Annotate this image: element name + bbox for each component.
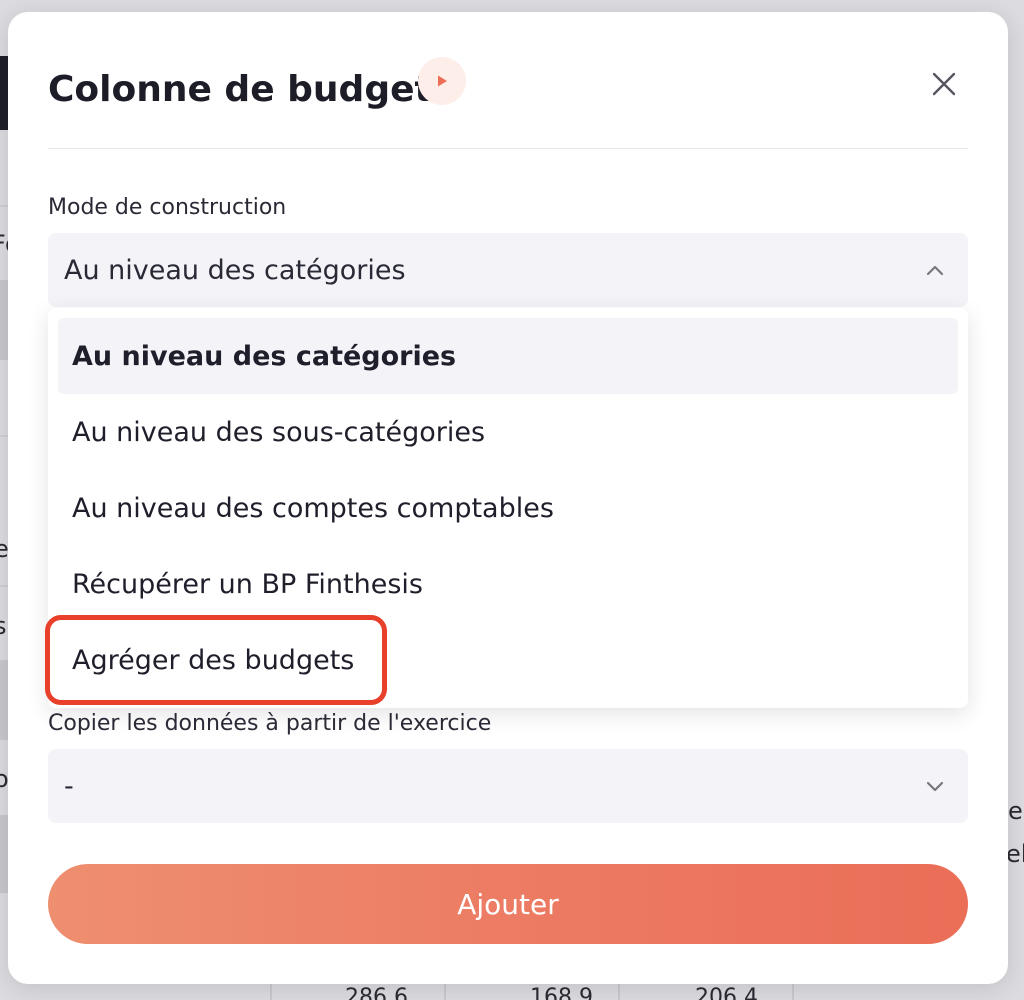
option-aggregate-budgets[interactable]: Agréger des budgets	[58, 622, 958, 698]
background-header-block	[0, 56, 8, 130]
add-button[interactable]: Ajouter	[48, 864, 968, 944]
background-text: el	[1006, 840, 1024, 868]
option-label: Au niveau des catégories	[72, 340, 457, 372]
option-label: Récupérer un BP Finthesis	[72, 568, 423, 600]
copy-fiscal-year-select[interactable]: -	[48, 749, 968, 823]
background-text: e	[1008, 797, 1023, 825]
option-label: Au niveau des sous-catégories	[72, 416, 486, 448]
option-subcategories[interactable]: Au niveau des sous-catégories	[58, 394, 958, 470]
construction-mode-dropdown: Au niveau des catégories Au niveau des s…	[48, 308, 968, 708]
table-cell-value: 206,4	[695, 985, 758, 1000]
option-label: Agréger des budgets	[72, 644, 355, 676]
copy-fiscal-year-value: -	[64, 770, 74, 802]
background-text: s	[0, 612, 7, 640]
table-cell-value: 168,9	[530, 985, 593, 1000]
background-divider	[270, 984, 272, 1000]
background-divider	[444, 984, 446, 1000]
option-categories[interactable]: Au niveau des catégories	[58, 318, 958, 394]
background-divider	[618, 984, 620, 1000]
play-icon	[438, 75, 447, 87]
header-divider	[48, 148, 968, 149]
chevron-down-icon	[924, 775, 946, 797]
close-icon	[932, 72, 956, 96]
construction-mode-value: Au niveau des catégories	[64, 254, 406, 286]
table-cell-value: 286,6	[345, 985, 408, 1000]
option-recover-bp[interactable]: Récupérer un BP Finthesis	[58, 546, 958, 622]
construction-mode-select[interactable]: Au niveau des catégories	[48, 233, 968, 307]
option-label: Au niveau des comptes comptables	[72, 492, 554, 524]
background-divider	[792, 984, 794, 1000]
copy-fiscal-year-label: Copier les données à partir de l'exercic…	[48, 711, 492, 736]
close-button[interactable]	[920, 60, 968, 108]
chevron-up-icon	[924, 259, 946, 281]
budget-column-modal: Colonne de budget Mode de construction A…	[8, 12, 1008, 984]
construction-mode-label: Mode de construction	[48, 195, 287, 220]
play-tutorial-button[interactable]	[418, 57, 466, 105]
option-accounting-accounts[interactable]: Au niveau des comptes comptables	[58, 470, 958, 546]
modal-title: Colonne de budget	[48, 69, 432, 110]
